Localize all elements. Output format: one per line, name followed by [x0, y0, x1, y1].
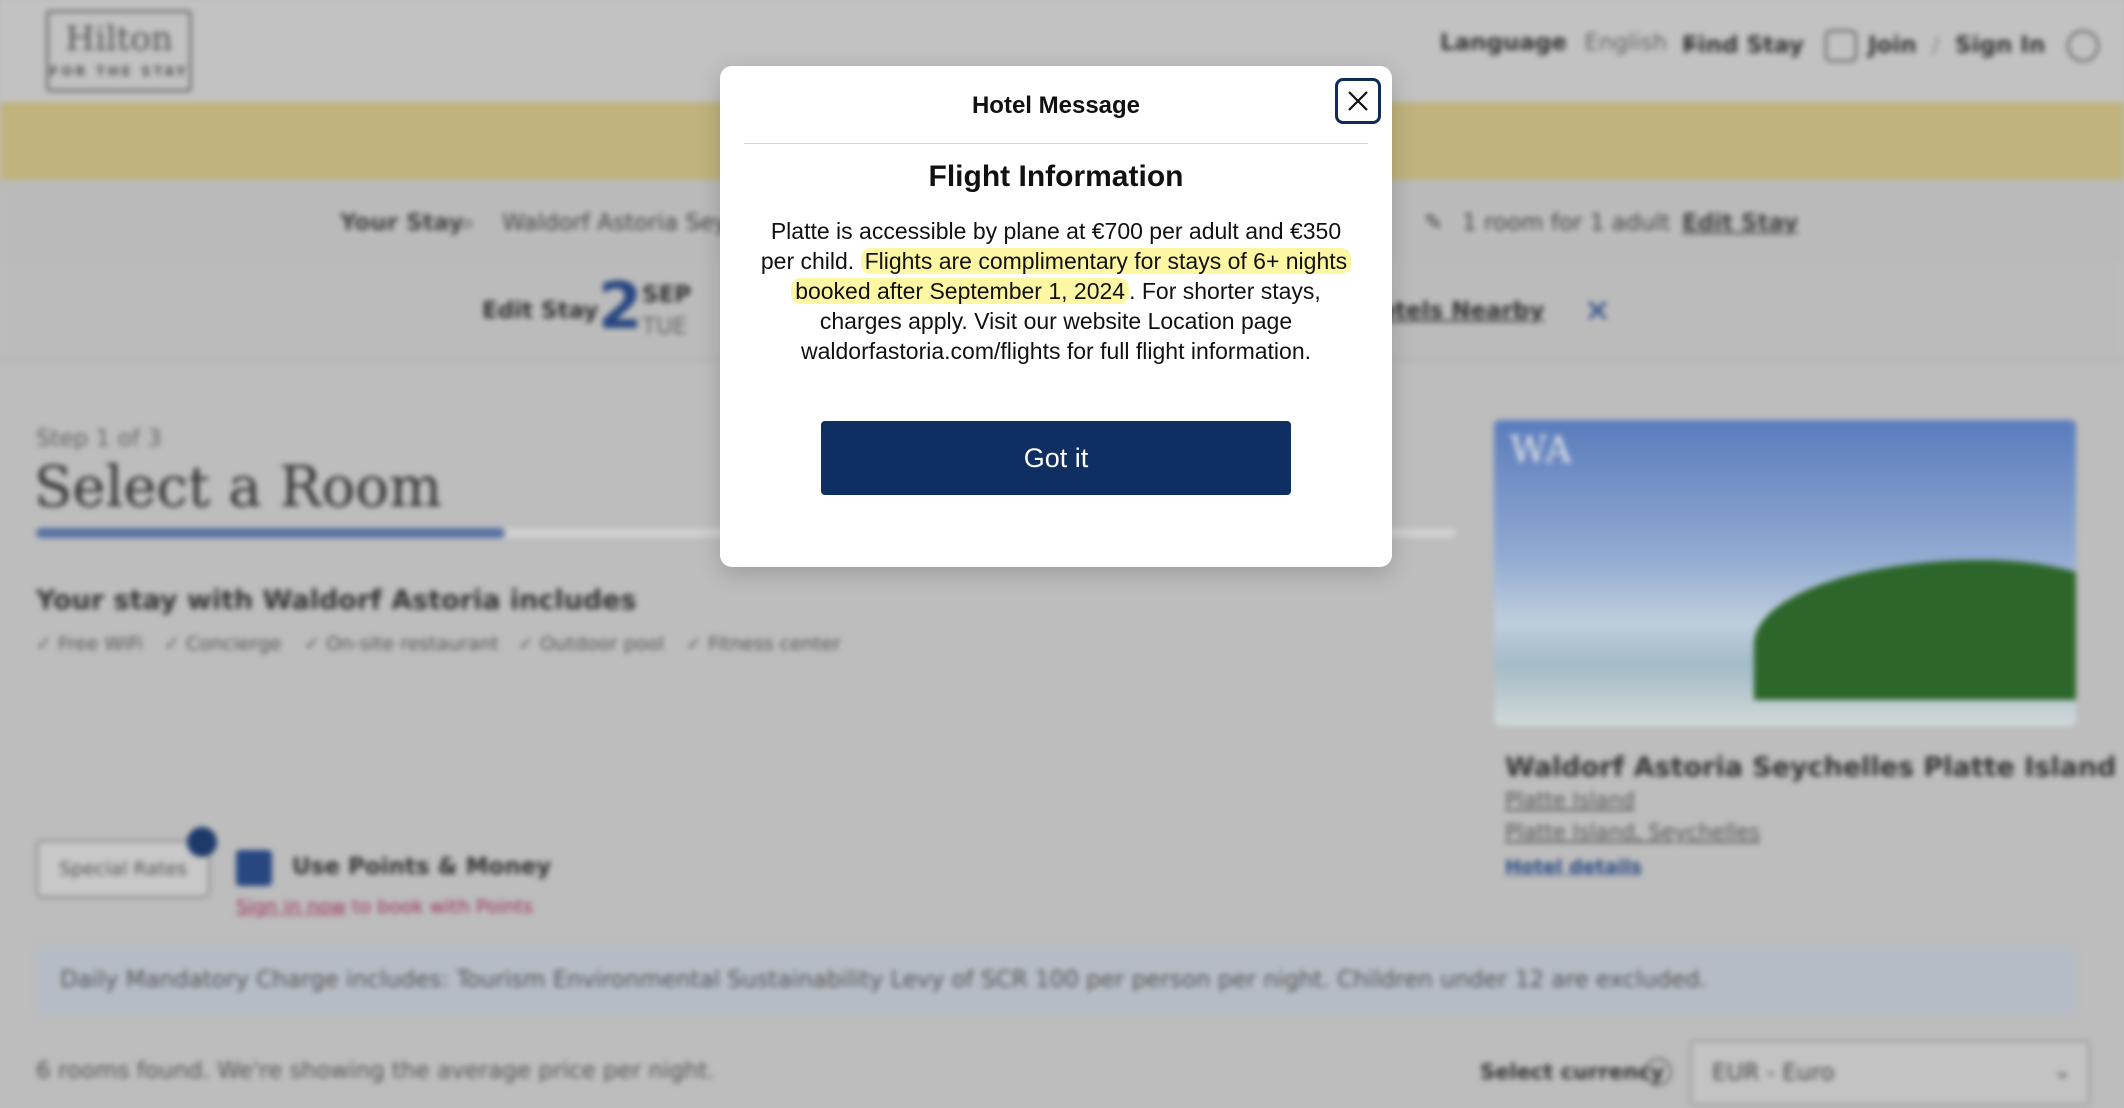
dialog-body: Platte is accessible by plane at €700 pe…: [758, 216, 1354, 366]
close-icon: [1348, 91, 1368, 111]
close-button[interactable]: [1335, 78, 1381, 124]
dialog-header: Hotel Message: [720, 66, 1392, 144]
dialog-divider: [744, 143, 1368, 144]
dialog-title: Flight Information: [928, 160, 1184, 193]
dialog-header-title: Hotel Message: [971, 92, 1141, 119]
hotel-message-dialog: Hotel Message Flight Information Platte …: [720, 66, 1392, 567]
got-it-button[interactable]: Got it: [821, 421, 1291, 495]
